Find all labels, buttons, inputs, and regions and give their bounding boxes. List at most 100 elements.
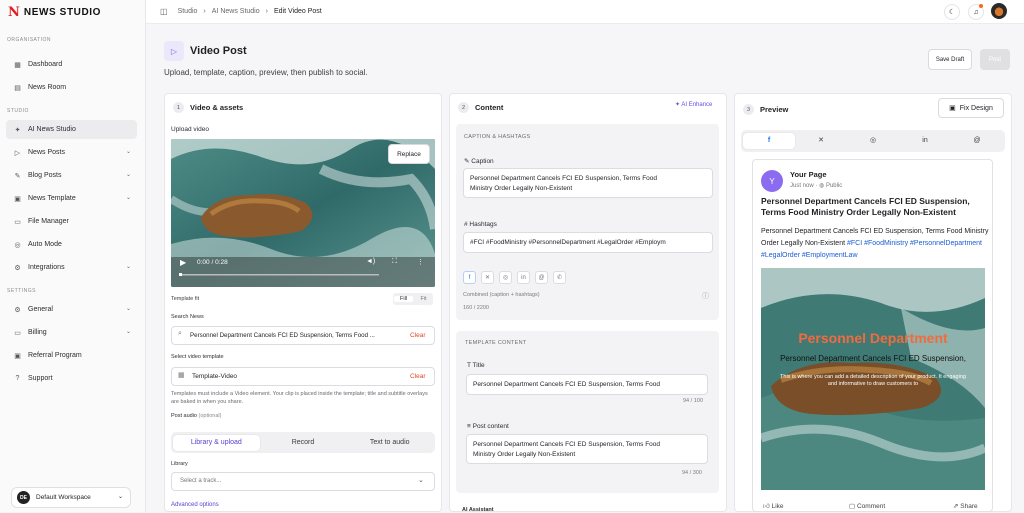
- newspaper-icon: ▤: [14, 84, 21, 92]
- section-heading: TEMPLATE CONTENT: [465, 340, 527, 346]
- play-icon[interactable]: ▶: [180, 258, 186, 267]
- x-icon[interactable]: ✕: [481, 271, 494, 284]
- post-content-label: ≡ Post content: [467, 423, 509, 430]
- upload-video-label: Upload video: [171, 126, 209, 133]
- step-number: 3: [743, 104, 754, 115]
- sidebar-item-ai-news-studio[interactable]: ✦ AI News Studio: [6, 120, 137, 139]
- sidebar-item-billing[interactable]: ▭ Billing ⌄: [6, 323, 137, 342]
- clear-template-button[interactable]: Clear: [410, 373, 426, 380]
- sidebar-item-blog-posts[interactable]: ✎ Blog Posts ⌄: [6, 166, 137, 185]
- tab-library-upload[interactable]: Library & upload: [173, 434, 260, 451]
- select-template-label: Select video template: [171, 354, 224, 360]
- sidebar: N NEWS STUDIO ORGANISATION ▦ Dashboard ▤ N…: [0, 0, 146, 512]
- template-select[interactable]: Template-Video: [171, 367, 435, 386]
- sidebar-item-integrations[interactable]: ⚙ Integrations ⌄: [6, 258, 137, 277]
- breadcrumb-studio[interactable]: Studio: [178, 8, 198, 15]
- chevron-down-icon: ⌄: [418, 477, 424, 484]
- share-button[interactable]: ⇗ Share: [953, 502, 978, 510]
- section-label: STUDIO: [7, 108, 29, 114]
- sidebar-toggle-icon[interactable]: ◫: [160, 7, 168, 16]
- instagram-icon[interactable]: ◎: [499, 271, 512, 284]
- chevron-right-icon: ›: [265, 8, 268, 15]
- facebook-post-preview: Y Your Page Just now · ◍ Public Personne…: [752, 159, 993, 512]
- brand-logo[interactable]: N NEWS STUDIO: [8, 4, 102, 20]
- breadcrumb-current: Edit Video Post: [273, 8, 322, 15]
- overlay-title: Personnel Department: [798, 330, 948, 346]
- sidebar-item-file-manager[interactable]: ▭ File Manager: [6, 212, 137, 231]
- gear-icon: ⚙: [14, 306, 21, 314]
- advanced-options-link[interactable]: Advanced options: [171, 502, 219, 508]
- audio-tabs: Library & upload Record Text to audio: [171, 432, 435, 453]
- info-icon[interactable]: ⓘ: [702, 291, 709, 301]
- post-button[interactable]: Post: [980, 49, 1010, 70]
- sidebar-item-news-posts[interactable]: ▷ News Posts ⌄: [6, 143, 137, 162]
- combined-label: Combined (caption + hashtags): [463, 292, 540, 298]
- linkedin-icon[interactable]: in: [517, 271, 530, 284]
- play-icon: ▷: [164, 41, 184, 61]
- ai-assistant-label: AI Assistant: [462, 507, 494, 513]
- facebook-icon[interactable]: f: [463, 271, 476, 284]
- page-subtitle: Upload, template, caption, preview, then…: [164, 68, 368, 77]
- hashtags-input[interactable]: #FCI #FoodMinistry #PersonnelDepartment …: [463, 232, 713, 253]
- panel-title: Video & assets: [190, 103, 244, 112]
- video-time: 0:00 / 0:28: [197, 259, 228, 266]
- fit-option-fit[interactable]: Fit: [414, 296, 433, 302]
- title-input[interactable]: Personnel Department Cancels FCI ED Susp…: [466, 374, 708, 395]
- like-button[interactable]: 👍︎ Like: [763, 502, 784, 510]
- post-content-textarea[interactable]: Personnel Department Cancels FCI ED Susp…: [466, 434, 708, 464]
- sidebar-item-referral-program[interactable]: ▣ Referral Program: [6, 346, 137, 365]
- page-name: Your Page: [790, 170, 827, 179]
- folder-icon: ▭: [14, 218, 21, 226]
- library-select[interactable]: Select a track...: [171, 472, 435, 491]
- instagram-icon[interactable]: ◎: [847, 133, 899, 149]
- pen-icon: ✎: [14, 172, 21, 180]
- workspace-switcher[interactable]: DE Default Workspace ⌄: [11, 487, 131, 508]
- video-player[interactable]: Replace ▶ 0:00 / 0:28 ◄) ⛶ ⋮: [171, 139, 435, 287]
- volume-icon[interactable]: ◄): [366, 258, 375, 265]
- sidebar-item-news-room[interactable]: ▤ News Room: [6, 78, 137, 97]
- template-content-section: [456, 331, 719, 493]
- whatsapp-icon[interactable]: ✆: [553, 271, 566, 284]
- brand-name: NEWS STUDIO: [23, 6, 102, 18]
- fullscreen-icon[interactable]: ⛶: [392, 258, 397, 266]
- post-audio-label: Post audio (optional): [171, 413, 222, 419]
- save-draft-button[interactable]: Save Draft: [928, 49, 972, 70]
- x-icon[interactable]: ✕: [795, 133, 847, 149]
- comment-button[interactable]: ▢ Comment: [849, 502, 885, 510]
- chevron-down-icon: ⌄: [125, 195, 131, 201]
- search-news-label: Search News: [171, 314, 204, 320]
- linkedin-icon[interactable]: in: [899, 133, 951, 149]
- sidebar-item-news-template[interactable]: ▣ News Template ⌄: [6, 189, 137, 208]
- facebook-icon[interactable]: f: [743, 133, 795, 149]
- theme-toggle-icon[interactable]: ☾: [944, 4, 960, 20]
- ai-enhance-button[interactable]: ✦ AI Enhance: [675, 101, 712, 108]
- panel-title: Content: [475, 103, 504, 112]
- wand-icon: ▣: [949, 105, 956, 112]
- post-body: Personnel Department Cancels FCI ED Susp…: [761, 228, 989, 259]
- breadcrumb-ai-news-studio[interactable]: AI News Studio: [212, 8, 260, 15]
- clear-search-button[interactable]: Clear: [410, 332, 426, 339]
- panel-title: Preview: [760, 105, 789, 114]
- more-options-icon[interactable]: ⋮: [417, 258, 424, 266]
- tab-record[interactable]: Record: [260, 435, 347, 451]
- replace-video-button[interactable]: Replace: [388, 144, 430, 164]
- tab-text-to-audio[interactable]: Text to audio: [346, 435, 433, 451]
- chevron-down-icon: ⌄: [125, 264, 131, 270]
- send-icon: ▷: [14, 149, 21, 157]
- threads-icon[interactable]: @: [535, 271, 548, 284]
- sidebar-item-general[interactable]: ⚙ General ⌄: [6, 300, 137, 319]
- help-icon: ?: [15, 375, 20, 382]
- fix-design-button[interactable]: ▣ Fix Design: [938, 98, 1004, 118]
- caption-textarea[interactable]: Personnel Department Cancels FCI ED Susp…: [463, 168, 713, 198]
- hashtags-label: # Hashtags: [464, 221, 497, 228]
- platform-tabs: f ✕ ◎ in @: [741, 130, 1005, 152]
- user-avatar[interactable]: [991, 3, 1007, 19]
- brand-mark: N: [8, 4, 20, 20]
- sidebar-item-dashboard[interactable]: ▦ Dashboard: [6, 55, 137, 74]
- sidebar-item-auto-mode[interactable]: ◎ Auto Mode: [6, 235, 137, 254]
- title-char-count: 94 / 100: [683, 398, 703, 404]
- sidebar-item-support[interactable]: ? Support: [6, 369, 137, 388]
- search-news-input[interactable]: Personnel Department Cancels FCI ED Susp…: [171, 326, 435, 345]
- fit-option-fill[interactable]: Fill: [394, 296, 413, 302]
- threads-icon[interactable]: @: [951, 133, 1003, 149]
